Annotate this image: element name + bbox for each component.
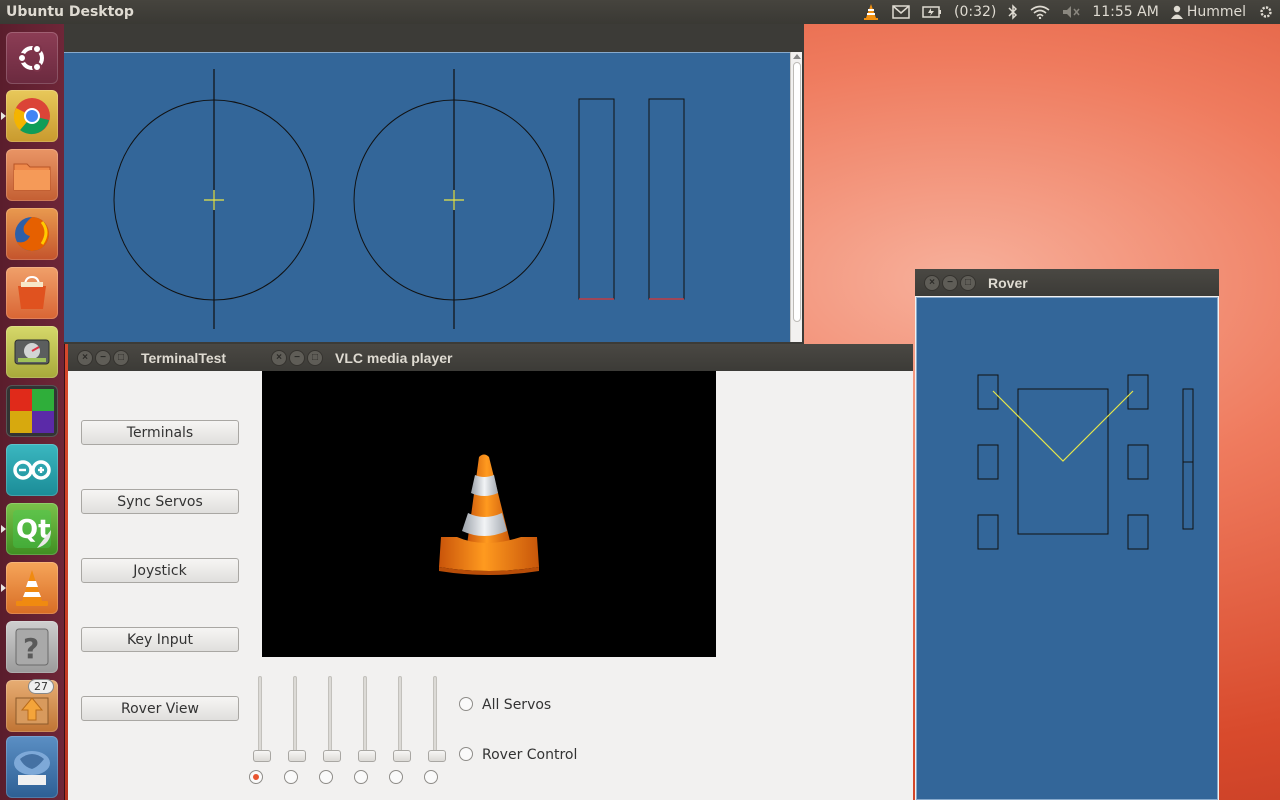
- scroll-up-arrow[interactable]: [793, 54, 801, 59]
- maximize-icon[interactable]: □: [113, 349, 129, 366]
- launcher-item-firefox[interactable]: [6, 208, 58, 260]
- launcher-item-files[interactable]: [6, 149, 58, 201]
- rover-control-label[interactable]: Rover Control: [482, 747, 577, 763]
- svg-text:?: ?: [23, 632, 39, 665]
- servo-slider[interactable]: [323, 676, 341, 766]
- wifi-icon[interactable]: [1030, 0, 1050, 24]
- launcher: Qt ? 27: [0, 24, 65, 800]
- slider-handle[interactable]: [288, 750, 306, 762]
- close-icon[interactable]: ×: [924, 274, 940, 291]
- scroll-thumb[interactable]: [793, 62, 801, 322]
- user-icon[interactable]: [1170, 0, 1183, 24]
- maximize-icon[interactable]: □: [960, 274, 976, 291]
- servo-slider[interactable]: [428, 676, 446, 766]
- servo-radio-5[interactable]: [389, 770, 403, 784]
- clock[interactable]: 11:55 AM: [1092, 4, 1158, 20]
- top-panel: Ubuntu Desktop (0:32) 11:55 AM Hummel: [0, 0, 1280, 24]
- terminaltest-title: TerminalTest: [141, 349, 227, 366]
- power-gear-icon[interactable]: [1258, 0, 1274, 24]
- all-servos-label[interactable]: All Servos: [482, 697, 551, 713]
- servo-radio-6[interactable]: [424, 770, 438, 784]
- workspace-switcher-icon: [10, 389, 54, 433]
- servo-radio-3[interactable]: [319, 770, 333, 784]
- close-icon[interactable]: ×: [77, 349, 93, 366]
- vlc-titlebar[interactable]: × − □ VLC media player: [262, 344, 716, 371]
- sync-servos-button[interactable]: Sync Servos: [81, 489, 239, 514]
- launcher-item-help[interactable]: ?: [6, 621, 58, 673]
- servo-radio-2[interactable]: [284, 770, 298, 784]
- maximize-icon[interactable]: □: [307, 349, 323, 366]
- update-count-badge: 27: [28, 679, 54, 694]
- bluetooth-icon[interactable]: [1008, 0, 1018, 24]
- joystick-button[interactable]: Joystick: [81, 558, 239, 583]
- vlc-title: VLC media player: [335, 349, 453, 366]
- qt-icon: Qt: [13, 510, 51, 548]
- folder-icon: [13, 163, 51, 191]
- vlc-icon: [16, 570, 48, 606]
- vlc-tray-icon[interactable]: [862, 0, 880, 24]
- arduino-icon: [13, 460, 51, 480]
- launcher-item-arduino[interactable]: [6, 444, 58, 496]
- launcher-item-disk-utility[interactable]: [6, 326, 58, 378]
- launcher-item-software-center[interactable]: [6, 267, 58, 319]
- battery-time: (0:32): [953, 4, 997, 20]
- active-window-title: Ubuntu Desktop: [6, 4, 134, 20]
- volume-muted-icon[interactable]: [1062, 0, 1080, 24]
- minimize-icon[interactable]: −: [942, 274, 958, 291]
- question-icon: ?: [15, 628, 49, 666]
- ubuntu-logo-icon: [17, 44, 44, 72]
- disk-icon: [14, 339, 50, 365]
- chrome-icon: [13, 98, 50, 135]
- rover-view-button[interactable]: Rover View: [81, 696, 239, 721]
- indicator-area: (0:32) 11:55 AM Hummel: [862, 0, 1274, 24]
- trash-icon: [14, 751, 50, 785]
- all-servos-radio[interactable]: [459, 697, 473, 711]
- launcher-item-trash[interactable]: [6, 736, 58, 798]
- rover-titlebar[interactable]: × − □ Rover: [915, 269, 1219, 296]
- wheel-drawing: [113, 69, 685, 329]
- servo-radio-1[interactable]: [249, 770, 263, 784]
- vlc-video-area[interactable]: [263, 372, 715, 656]
- vertical-scrollbar[interactable]: [790, 52, 802, 342]
- servo-slider[interactable]: [288, 676, 306, 766]
- minimize-icon[interactable]: −: [289, 349, 305, 366]
- launcher-item-qt-creator[interactable]: Qt: [1, 503, 58, 555]
- wheel-canvas: [64, 52, 790, 342]
- launcher-item-vlc[interactable]: [1, 562, 58, 614]
- shopping-bag-icon: [18, 275, 46, 309]
- user-name[interactable]: Hummel: [1187, 4, 1246, 20]
- launcher-item-chrome[interactable]: [1, 90, 58, 142]
- battery-icon[interactable]: [922, 0, 942, 24]
- servo-slider[interactable]: [358, 676, 376, 766]
- launcher-item-update-manager[interactable]: 27: [6, 679, 58, 732]
- vlc-cone-icon: [439, 454, 539, 575]
- servo-slider[interactable]: [393, 676, 411, 766]
- rover-drawing: [977, 374, 1194, 550]
- close-icon[interactable]: ×: [271, 349, 287, 366]
- mail-icon[interactable]: [892, 0, 910, 24]
- firefox-icon: [15, 217, 49, 251]
- rover-canvas: [916, 297, 1218, 800]
- launcher-dash-button[interactable]: [6, 32, 58, 84]
- terminals-button[interactable]: Terminals: [81, 420, 239, 445]
- slider-handle[interactable]: [393, 750, 411, 762]
- slider-handle[interactable]: [358, 750, 376, 762]
- rover-window: × − □ Rover: [915, 269, 1219, 800]
- rover-control-radio[interactable]: [459, 747, 473, 761]
- launcher-item-workspace-switcher[interactable]: [6, 385, 58, 437]
- rover-title: Rover: [988, 274, 1028, 291]
- key-input-button[interactable]: Key Input: [81, 627, 239, 652]
- slider-handle[interactable]: [253, 750, 271, 762]
- vlc-window: × − □ VLC media player: [262, 344, 716, 657]
- servo-slider[interactable]: [253, 676, 271, 766]
- servo-radio-4[interactable]: [354, 770, 368, 784]
- slider-handle[interactable]: [323, 750, 341, 762]
- minimize-icon[interactable]: −: [95, 349, 111, 366]
- slider-handle[interactable]: [428, 750, 446, 762]
- canvas-window: [64, 24, 804, 344]
